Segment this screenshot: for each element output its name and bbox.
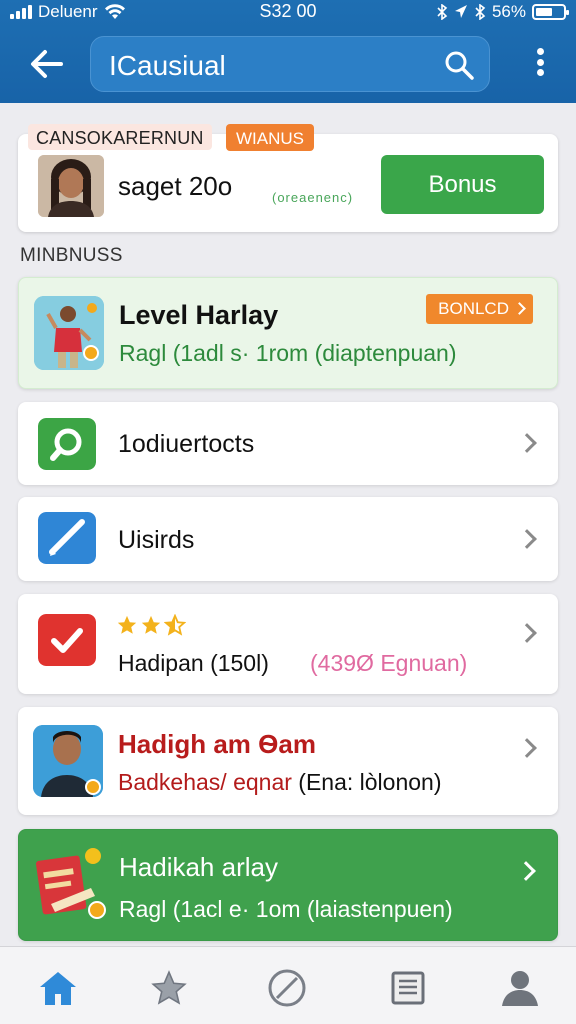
bonus-tag[interactable]: BONLCD — [426, 294, 533, 324]
search-icon[interactable] — [443, 49, 475, 81]
avatar — [38, 155, 104, 217]
gift-book-icon — [35, 848, 106, 919]
nav-profile[interactable] — [498, 967, 542, 1009]
highlight-subtitle: Badkehas/ eqnar (Ena: lòlonon) — [118, 769, 442, 796]
document-icon — [391, 971, 425, 1005]
nav-explore[interactable] — [265, 967, 309, 1009]
section-title: MINBNUSS — [20, 245, 123, 266]
chevron-right-icon — [517, 433, 537, 453]
nav-documents[interactable] — [386, 967, 430, 1009]
home-icon — [40, 972, 76, 1005]
check-app-icon — [38, 614, 96, 666]
chevron-right-icon — [517, 623, 537, 643]
man-portrait-icon — [33, 725, 103, 797]
nav-favorites[interactable] — [147, 967, 191, 1009]
highlight-avatar — [33, 725, 103, 797]
list-item-highlight[interactable]: Hadigh am Ѳam Badkehas/ eqnar (Ena: lòlo… — [18, 707, 558, 815]
chevron-right-icon — [517, 529, 537, 549]
back-button[interactable] — [22, 40, 70, 88]
pencil-app-icon — [38, 512, 96, 564]
profile-icon — [502, 971, 538, 1006]
rating-note: (439Ø Egnuan) — [310, 650, 468, 676]
woman-portrait-icon — [38, 155, 104, 217]
casual-label: CANSOKARERNUN — [28, 124, 212, 150]
visits-label: Uisirds — [118, 526, 195, 554]
location-icon — [454, 5, 467, 18]
search-app-icon — [38, 418, 96, 470]
list-item-green[interactable]: Hadikah arlay Ragl (1acl e· 1om (laiaste… — [18, 829, 558, 941]
level-card[interactable]: Level Harlay Ragl (1adl s· 1rom (diapten… — [18, 277, 558, 389]
star-icon — [117, 615, 137, 634]
list-item-rating[interactable]: Hadipan (150l) (439Ø Egnuan) — [18, 594, 558, 694]
casual-code: (oreaenenc) — [272, 190, 354, 205]
bluetooth-icon-2 — [475, 4, 486, 20]
star-icon — [141, 615, 161, 634]
level-avatar — [34, 296, 104, 370]
nav-home[interactable] — [36, 967, 80, 1009]
level-title: Level Harlay — [119, 300, 279, 330]
rating-text: Hadipan (150l) — [118, 650, 269, 676]
chevron-right-icon — [517, 738, 537, 758]
list-item-tutorials[interactable]: 1odiuertocts — [18, 402, 558, 485]
casual-name: saget 20o — [118, 171, 233, 201]
battery-icon — [532, 4, 569, 20]
status-right: 56% — [436, 2, 569, 22]
back-arrow-icon — [31, 50, 63, 78]
wins-badge: WIANUS — [226, 124, 314, 151]
green-subtitle: Ragl (1acl e· 1om (laiastenpuen) — [119, 896, 453, 922]
star-icon — [151, 970, 187, 1005]
search-bar — [90, 36, 490, 92]
green-title: Hadikah arlay — [119, 852, 278, 882]
chevron-right-icon — [516, 861, 536, 881]
bonus-button[interactable]: Bonus — [381, 155, 544, 214]
tutorials-label: 1odiuertocts — [118, 430, 255, 458]
highlight-title: Hadigh am Ѳam — [118, 729, 316, 759]
status-bar: Deluenr S32 00 56% — [0, 0, 576, 24]
highlight-subtitle-accent: Badkehas/ eqnar — [118, 769, 292, 795]
app-header: Deluenr S32 00 56% — [0, 0, 576, 103]
battery-percent: 56% — [491, 2, 526, 21]
list-item-visits[interactable]: Uisirds — [18, 497, 558, 581]
star-half-icon — [164, 614, 186, 636]
level-subtitle: Ragl (1adl s· 1rom (diaptenpuan) — [119, 340, 457, 366]
search-input[interactable] — [109, 50, 429, 82]
highlight-subtitle-rest: (Ena: lòlonon) — [298, 769, 442, 795]
bottom-nav — [0, 946, 576, 1024]
rating-stars — [116, 614, 186, 636]
bluetooth-icon — [437, 4, 448, 20]
more-menu-button[interactable] — [532, 44, 548, 80]
compass-icon — [268, 969, 306, 1007]
person-waving-icon — [34, 296, 104, 370]
